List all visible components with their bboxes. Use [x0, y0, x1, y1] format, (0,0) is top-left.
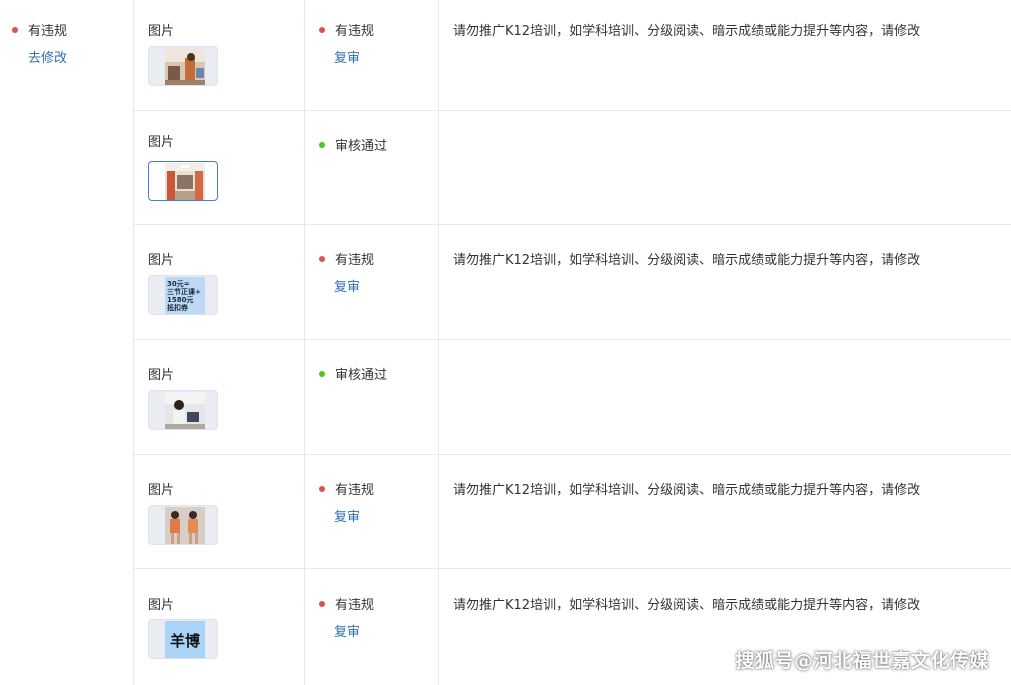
- passed-dot-icon: [319, 370, 325, 377]
- image-thumbnail[interactable]: 30元= 三节正课+ 1580元 抵扣券: [148, 275, 218, 315]
- room-photo-icon: [165, 163, 205, 200]
- status-cell: 有违规 复审: [305, 455, 439, 568]
- thumb-text-line: 三节正课+: [167, 288, 201, 296]
- table-row: 图片 30元= 三节正课+ 1580元 抵扣券 有违规 复审 请勿推广K12培训…: [134, 225, 1011, 340]
- type-label: 图片: [148, 483, 175, 498]
- thumb-text-line: 抵扣券: [167, 304, 188, 312]
- violation-dot-icon: [12, 26, 18, 33]
- type-label: 图片: [148, 598, 175, 613]
- type-cell: 图片: [134, 111, 305, 224]
- type-label: 图片: [148, 24, 175, 39]
- violation-reason: 请勿推广K12培训，如学科培训、分级阅读、暗示成绩或能力提升等内容，请修改: [453, 253, 921, 268]
- status-label: 有违规: [335, 253, 375, 268]
- dance-photo-icon: [165, 507, 205, 544]
- type-label: 图片: [148, 368, 175, 383]
- recheck-link[interactable]: 复审: [334, 276, 360, 295]
- image-thumbnail[interactable]: 羊博: [148, 619, 218, 659]
- reason-cell: 请勿推广K12培训，如学科培训、分级阅读、暗示成绩或能力提升等内容，请修改: [439, 0, 1011, 110]
- source-watermark: 搜狐号@河北福世嘉文化传媒: [735, 650, 989, 672]
- logo-text-image-icon: 羊博: [165, 621, 205, 658]
- status-cell: 审核通过: [305, 111, 439, 224]
- type-label: 图片: [148, 253, 175, 268]
- status-badge: 审核通过: [319, 364, 387, 383]
- thumb-text: 羊博: [169, 631, 200, 650]
- status-label: 审核通过: [335, 139, 388, 154]
- type-label: 图片: [148, 135, 175, 150]
- status-cell: 审核通过: [305, 340, 439, 454]
- violation-reason: 请勿推广K12培训，如学科培训、分级阅读、暗示成绩或能力提升等内容，请修改: [453, 24, 921, 39]
- status-cell: 有违规 复审: [305, 225, 439, 339]
- student-photo-icon: [165, 392, 205, 429]
- violation-reason: 请勿推广K12培训，如学科培训、分级阅读、暗示成绩或能力提升等内容，请修改: [453, 598, 921, 613]
- coupon-text-image-icon: 30元= 三节正课+ 1580元 抵扣券: [165, 277, 205, 314]
- status-cell: 有违规 复审: [305, 0, 439, 110]
- image-thumbnail[interactable]: [148, 390, 218, 430]
- image-thumbnail[interactable]: [148, 161, 218, 201]
- passed-dot-icon: [319, 141, 325, 148]
- status-label: 有违规: [335, 24, 375, 39]
- overall-status-label: 有违规: [28, 24, 68, 39]
- overall-status-column: 有违规 去修改: [0, 0, 133, 685]
- violation-dot-icon: [319, 600, 325, 607]
- review-page: 有违规 去修改 图片 有违规 复审 请勿推广K12培训，如学科培训、分级阅读、暗…: [0, 0, 1011, 685]
- thumb-text-line: 1580元: [167, 296, 194, 304]
- reason-cell: 请勿推广K12培训，如学科培训、分级阅读、暗示成绩或能力提升等内容，请修改: [439, 225, 1011, 339]
- table-row: 图片 有违规 复审 请勿推广K12培训，如学科培训、分级阅读、暗示成绩或能力提升…: [134, 455, 1011, 569]
- type-cell: 图片: [134, 455, 305, 568]
- reason-cell: [439, 340, 1011, 454]
- type-cell: 图片 30元= 三节正课+ 1580元 抵扣券: [134, 225, 305, 339]
- status-cell: 有违规 复审: [305, 569, 439, 685]
- violation-dot-icon: [319, 255, 325, 262]
- status-label: 有违规: [335, 598, 375, 613]
- type-cell: 图片: [134, 340, 305, 454]
- status-badge: 有违规: [319, 20, 374, 39]
- image-thumbnail[interactable]: [148, 46, 218, 86]
- status-badge: 有违规: [319, 594, 374, 613]
- status-badge: 审核通过: [319, 135, 387, 154]
- recheck-link[interactable]: 复审: [334, 621, 360, 640]
- type-cell: 图片: [134, 0, 305, 110]
- table-row: 图片 有违规 复审 请勿推广K12培训，如学科培训、分级阅读、暗示成绩或能力提升…: [134, 0, 1011, 111]
- table-row: 图片 审核通过: [134, 340, 1011, 455]
- status-badge: 有违规: [319, 479, 374, 498]
- review-table: 图片 有违规 复审 请勿推广K12培训，如学科培训、分级阅读、暗示成绩或能力提升…: [133, 0, 1011, 685]
- image-thumbnail[interactable]: [148, 505, 218, 545]
- classroom-photo-icon: [165, 48, 205, 85]
- status-badge: 有违规: [319, 249, 374, 268]
- type-cell: 图片 羊博: [134, 569, 305, 685]
- overall-status: 有违规: [12, 20, 67, 39]
- violation-reason: 请勿推广K12培训，如学科培训、分级阅读、暗示成绩或能力提升等内容，请修改: [453, 483, 921, 498]
- status-label: 审核通过: [335, 368, 388, 383]
- table-row: 图片 审核通过: [134, 111, 1011, 225]
- violation-dot-icon: [319, 485, 325, 492]
- go-modify-link[interactable]: 去修改: [28, 47, 67, 66]
- violation-dot-icon: [319, 26, 325, 33]
- thumb-text-line: 30元=: [167, 280, 190, 288]
- recheck-link[interactable]: 复审: [334, 506, 360, 525]
- recheck-link[interactable]: 复审: [334, 47, 360, 66]
- reason-cell: 请勿推广K12培训，如学科培训、分级阅读、暗示成绩或能力提升等内容，请修改: [439, 455, 1011, 568]
- reason-cell: [439, 111, 1011, 224]
- status-label: 有违规: [335, 483, 375, 498]
